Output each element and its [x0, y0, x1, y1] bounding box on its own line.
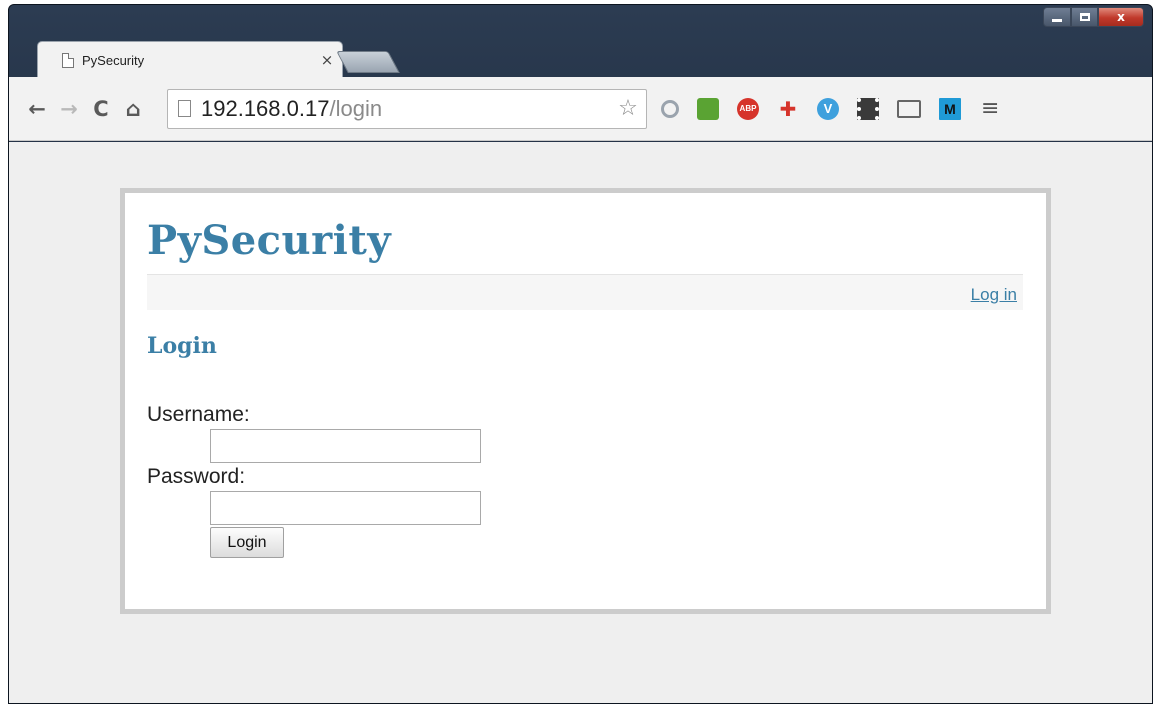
back-button[interactable]: ←: [21, 97, 53, 121]
evernote-extension-icon[interactable]: [697, 97, 719, 120]
search-extension-icon[interactable]: [661, 99, 679, 118]
extension-icons: ABP ✚ V M ≡: [661, 96, 999, 121]
browser-window: x PySecurity × ← → C ⌂ 192.168.0.17/logi…: [8, 4, 1153, 704]
m-extension-icon[interactable]: M: [939, 97, 961, 120]
plus-extension-icon[interactable]: ✚: [777, 97, 799, 121]
username-input[interactable]: [210, 429, 481, 463]
bookmark-star-icon[interactable]: ☆: [610, 96, 646, 121]
url-text[interactable]: 192.168.0.17/login: [201, 96, 610, 122]
url-path: /login: [329, 95, 383, 121]
new-tab-button[interactable]: [336, 51, 400, 73]
forward-button[interactable]: →: [53, 97, 85, 121]
maximize-icon: [1079, 13, 1090, 21]
address-bar[interactable]: 192.168.0.17/login ☆: [167, 88, 647, 129]
username-label: Username:: [147, 403, 250, 426]
menu-icon[interactable]: ≡: [981, 96, 999, 121]
page-icon: [62, 52, 74, 68]
password-label: Password:: [147, 465, 246, 488]
password-input[interactable]: [210, 491, 481, 525]
minimize-icon: [1052, 18, 1062, 22]
content-card: PySecurity Log in Login Username: Passwo…: [120, 188, 1051, 614]
film-extension-icon[interactable]: [857, 97, 879, 120]
adblock-plus-icon[interactable]: ABP: [737, 97, 759, 120]
cast-icon[interactable]: [897, 99, 921, 118]
v-extension-icon[interactable]: V: [817, 97, 839, 120]
close-window-button[interactable]: x: [1098, 7, 1144, 27]
close-icon: x: [1117, 10, 1125, 24]
login-submit-button[interactable]: Login: [210, 527, 284, 558]
page-viewport: PySecurity Log in Login Username: Passwo…: [9, 142, 1152, 703]
page-icon: [178, 100, 191, 117]
minimize-button[interactable]: [1043, 7, 1071, 27]
tab-title: PySecurity: [82, 52, 145, 68]
login-link[interactable]: Log in: [971, 285, 1017, 305]
maximize-button[interactable]: [1071, 7, 1098, 27]
site-title: PySecurity: [147, 217, 392, 264]
home-button[interactable]: ⌂: [117, 97, 149, 121]
browser-toolbar: ← → C ⌂ 192.168.0.17/login ☆ ABP ✚ V M ≡: [9, 77, 1152, 141]
reload-button[interactable]: C: [85, 97, 117, 121]
url-host: 192.168.0.17: [201, 95, 330, 121]
browser-tab[interactable]: PySecurity ×: [37, 41, 343, 78]
page-heading: Login: [147, 333, 217, 359]
window-controls: x: [1043, 7, 1144, 29]
nav-bar: Log in: [147, 274, 1023, 310]
